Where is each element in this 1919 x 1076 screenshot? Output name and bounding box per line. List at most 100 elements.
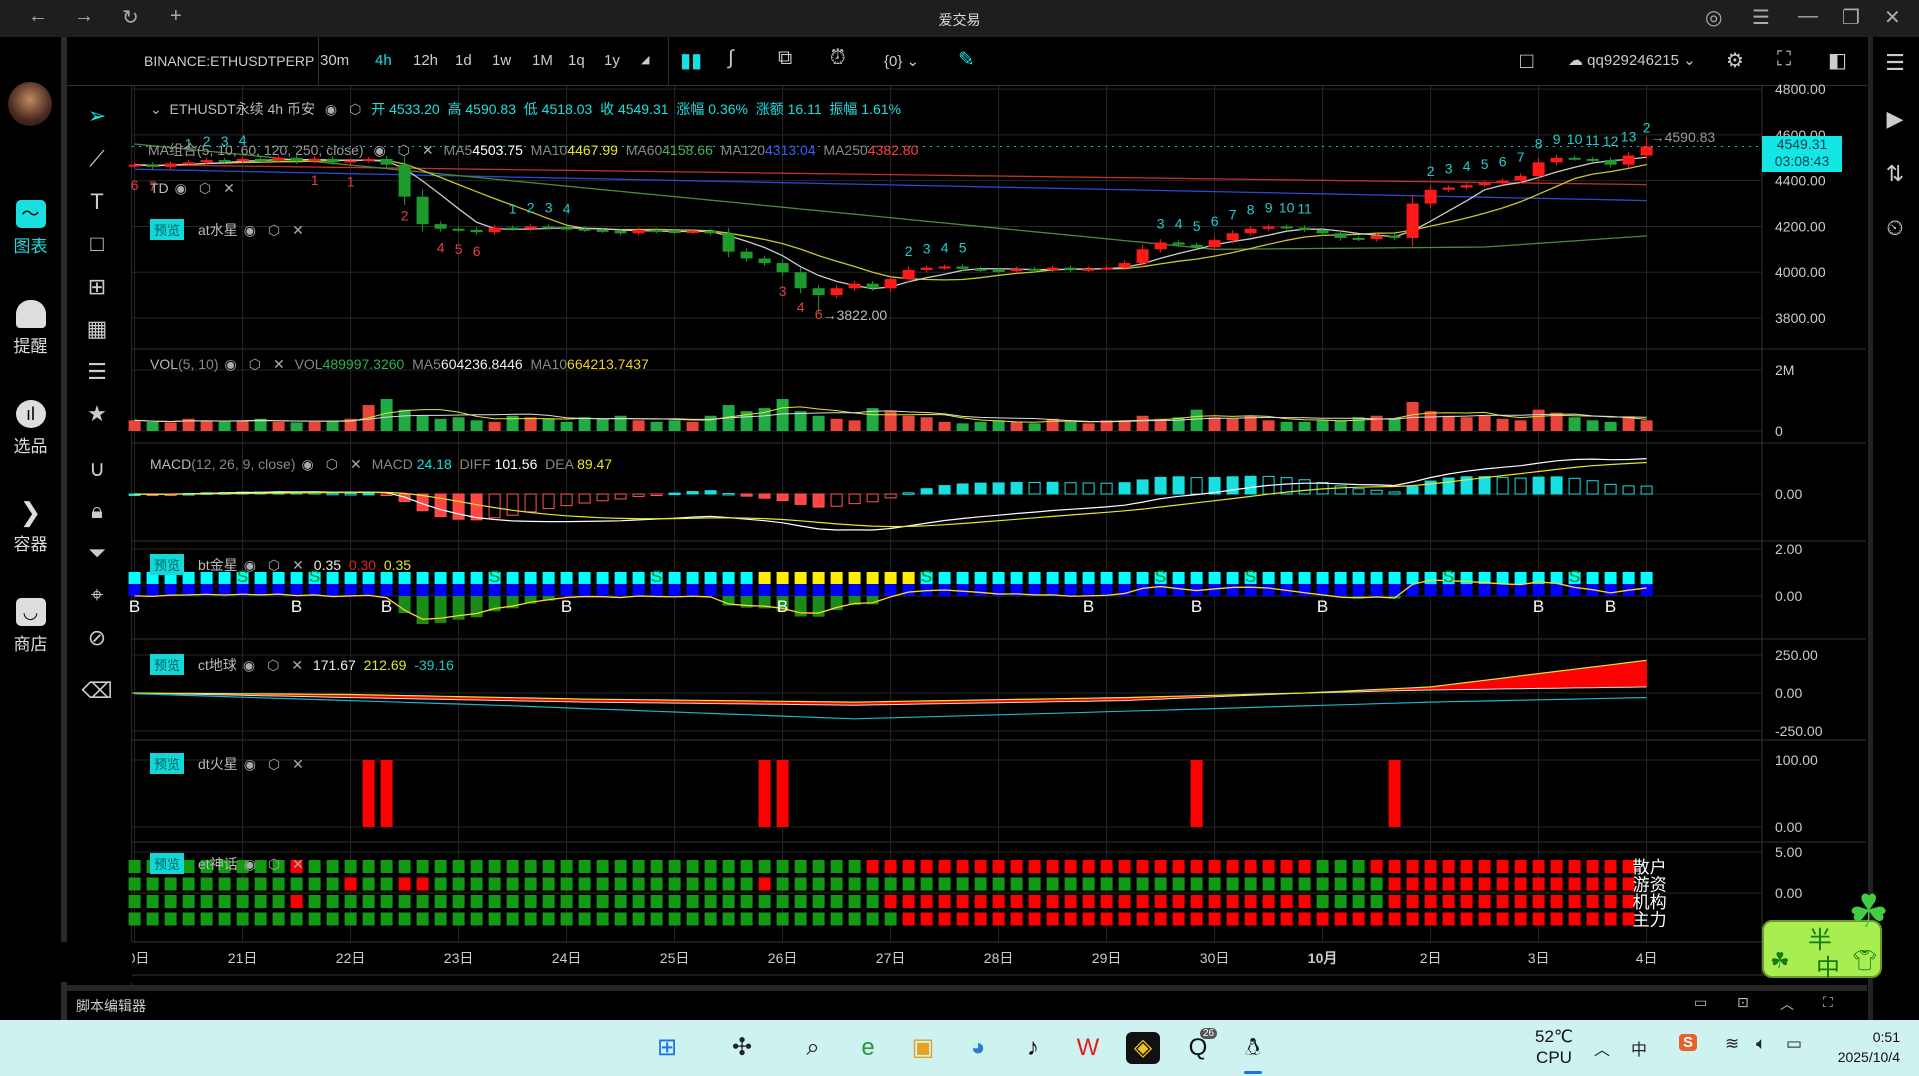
settings-icon[interactable]: ⬡: [268, 856, 280, 872]
et-cell: [362, 912, 375, 926]
bt-mid-block: [812, 584, 825, 596]
chat-app-icon[interactable]: ◕: [961, 1032, 995, 1064]
et-cell: [884, 860, 897, 873]
new-script-icon[interactable]: ⊡: [1737, 994, 1749, 1011]
et-cell: [470, 895, 483, 908]
edge-browser-icon[interactable]: e: [851, 1032, 885, 1064]
interval-1d[interactable]: 1d: [455, 52, 472, 69]
macd-histogram-bar: [974, 482, 987, 495]
et-cell: [956, 877, 969, 891]
preview-badge[interactable]: 预览: [150, 753, 185, 774]
gallery-icon[interactable]: ▣: [906, 1032, 940, 1064]
windows-start-icon[interactable]: ⊞: [650, 1032, 684, 1064]
et-cell: [758, 860, 771, 873]
battery-icon[interactable]: ▭: [1786, 1034, 1802, 1054]
eye-icon[interactable]: ◉: [224, 356, 236, 372]
dt-bar: [1388, 760, 1401, 827]
eye-icon[interactable]: ◉: [244, 222, 256, 238]
interval-1w[interactable]: 1w: [492, 52, 511, 69]
tiktok-icon[interactable]: ♪: [1016, 1032, 1050, 1064]
close-icon[interactable]: ✕: [273, 356, 285, 372]
window-icon[interactable]: ▭: [1694, 994, 1707, 1011]
wifi-icon[interactable]: ≋: [1725, 1034, 1739, 1054]
et-cell: [362, 860, 375, 873]
et-cell: [1028, 877, 1041, 891]
et-cell: [506, 912, 519, 926]
ime-indicator[interactable]: 中: [1631, 1036, 1647, 1060]
settings-icon[interactable]: ⬡: [267, 657, 279, 673]
et-cell: [1154, 877, 1167, 891]
close-icon[interactable]: ✕: [350, 456, 362, 472]
interval-1q[interactable]: 1q: [568, 52, 585, 69]
interval-12h[interactable]: 12h: [413, 52, 438, 69]
eye-icon[interactable]: ◉: [325, 101, 337, 117]
bt-signal: B: [1191, 597, 1202, 616]
et-cell: [902, 860, 915, 873]
et-cell: [1352, 860, 1365, 873]
eye-icon[interactable]: ◉: [175, 180, 187, 196]
candle: [650, 229, 663, 232]
at-label: at水星: [198, 222, 238, 238]
qq-icon[interactable]: 🐧︎: [1236, 1032, 1270, 1064]
wps-icon[interactable]: W: [1071, 1032, 1105, 1064]
sogou-icon[interactable]: S: [1679, 1034, 1698, 1051]
eye-icon[interactable]: ◉: [302, 456, 314, 472]
close-icon[interactable]: ✕: [292, 222, 304, 238]
settings-icon[interactable]: ⬡: [326, 456, 338, 472]
collapse-icon[interactable]: ⌄: [150, 101, 162, 117]
interval-1M[interactable]: 1M: [532, 52, 553, 69]
preview-badge[interactable]: 预览: [150, 853, 185, 874]
fan-app-icon[interactable]: ✣: [725, 1032, 759, 1064]
candle: [434, 224, 447, 229]
eye-icon[interactable]: ◉: [244, 756, 256, 772]
settings-icon[interactable]: ⬡: [268, 557, 280, 573]
vol-params: (5, 10): [178, 356, 219, 372]
et-cell: [1208, 860, 1221, 873]
et-cell: [740, 877, 753, 891]
candle: [614, 231, 627, 234]
eye-icon[interactable]: ◉: [373, 142, 385, 158]
close-icon[interactable]: ✕: [291, 657, 303, 673]
interval-4h[interactable]: 4h: [375, 52, 392, 69]
tray-expand-icon[interactable]: ︿: [1594, 1036, 1610, 1060]
bt-top-block: [1370, 572, 1383, 584]
search-icon[interactable]: ⌕: [796, 1032, 830, 1064]
settings-icon[interactable]: ⬡: [398, 142, 410, 158]
et-cell: [1442, 912, 1455, 926]
et-cell: [1586, 895, 1599, 908]
preview-badge[interactable]: 预览: [150, 654, 185, 675]
mute-icon[interactable]: 🔈︎: [1756, 1034, 1766, 1054]
settings-icon[interactable]: ⬡: [249, 356, 261, 372]
et-label: et神话: [198, 856, 238, 872]
trading-app-icon[interactable]: ◈: [1126, 1032, 1160, 1064]
bt-mid-block: [1262, 584, 1275, 596]
macd-params: (12, 26, 9, close): [191, 456, 296, 472]
interval-30m[interactable]: 30m: [320, 52, 349, 69]
close-icon[interactable]: ✕: [422, 142, 434, 158]
preview-badge[interactable]: 预览: [150, 219, 185, 240]
interval-1y[interactable]: 1y: [604, 52, 620, 69]
macd-histogram-bar: [1028, 481, 1041, 495]
et-cell: [1172, 912, 1185, 926]
close-icon[interactable]: ✕: [292, 756, 304, 772]
settings-icon[interactable]: ⬡: [199, 180, 211, 196]
close-icon[interactable]: ✕: [292, 856, 304, 872]
clock[interactable]: 0:51 2025/10/4: [1822, 1027, 1900, 1067]
et-cell: [1172, 895, 1185, 908]
close-icon[interactable]: ✕: [292, 557, 304, 573]
close-icon[interactable]: ✕: [223, 180, 235, 196]
script-editor-label[interactable]: 脚本编辑器: [76, 996, 146, 1016]
candle: [1478, 182, 1491, 186]
eye-icon[interactable]: ◉: [243, 657, 255, 673]
expand-up-icon[interactable]: ︿: [1780, 994, 1794, 1014]
preview-badge[interactable]: 预览: [150, 554, 185, 575]
settings-icon[interactable]: ⬡: [268, 756, 280, 772]
settings-icon[interactable]: ⬡: [268, 222, 280, 238]
candle: [722, 233, 735, 252]
eye-icon[interactable]: ◉: [244, 557, 256, 573]
eye-icon[interactable]: ◉: [244, 856, 256, 872]
settings-icon[interactable]: ⬡: [349, 101, 361, 117]
candle: [1010, 268, 1023, 272]
maximize-icon[interactable]: ⛶: [1823, 994, 1833, 1011]
chart-canvas[interactable]: 20日 21日 22日 23日 24日 25日 26日 27日 28日 29日 30日 10月 2日 3日…: [0, 0, 1919, 1076]
